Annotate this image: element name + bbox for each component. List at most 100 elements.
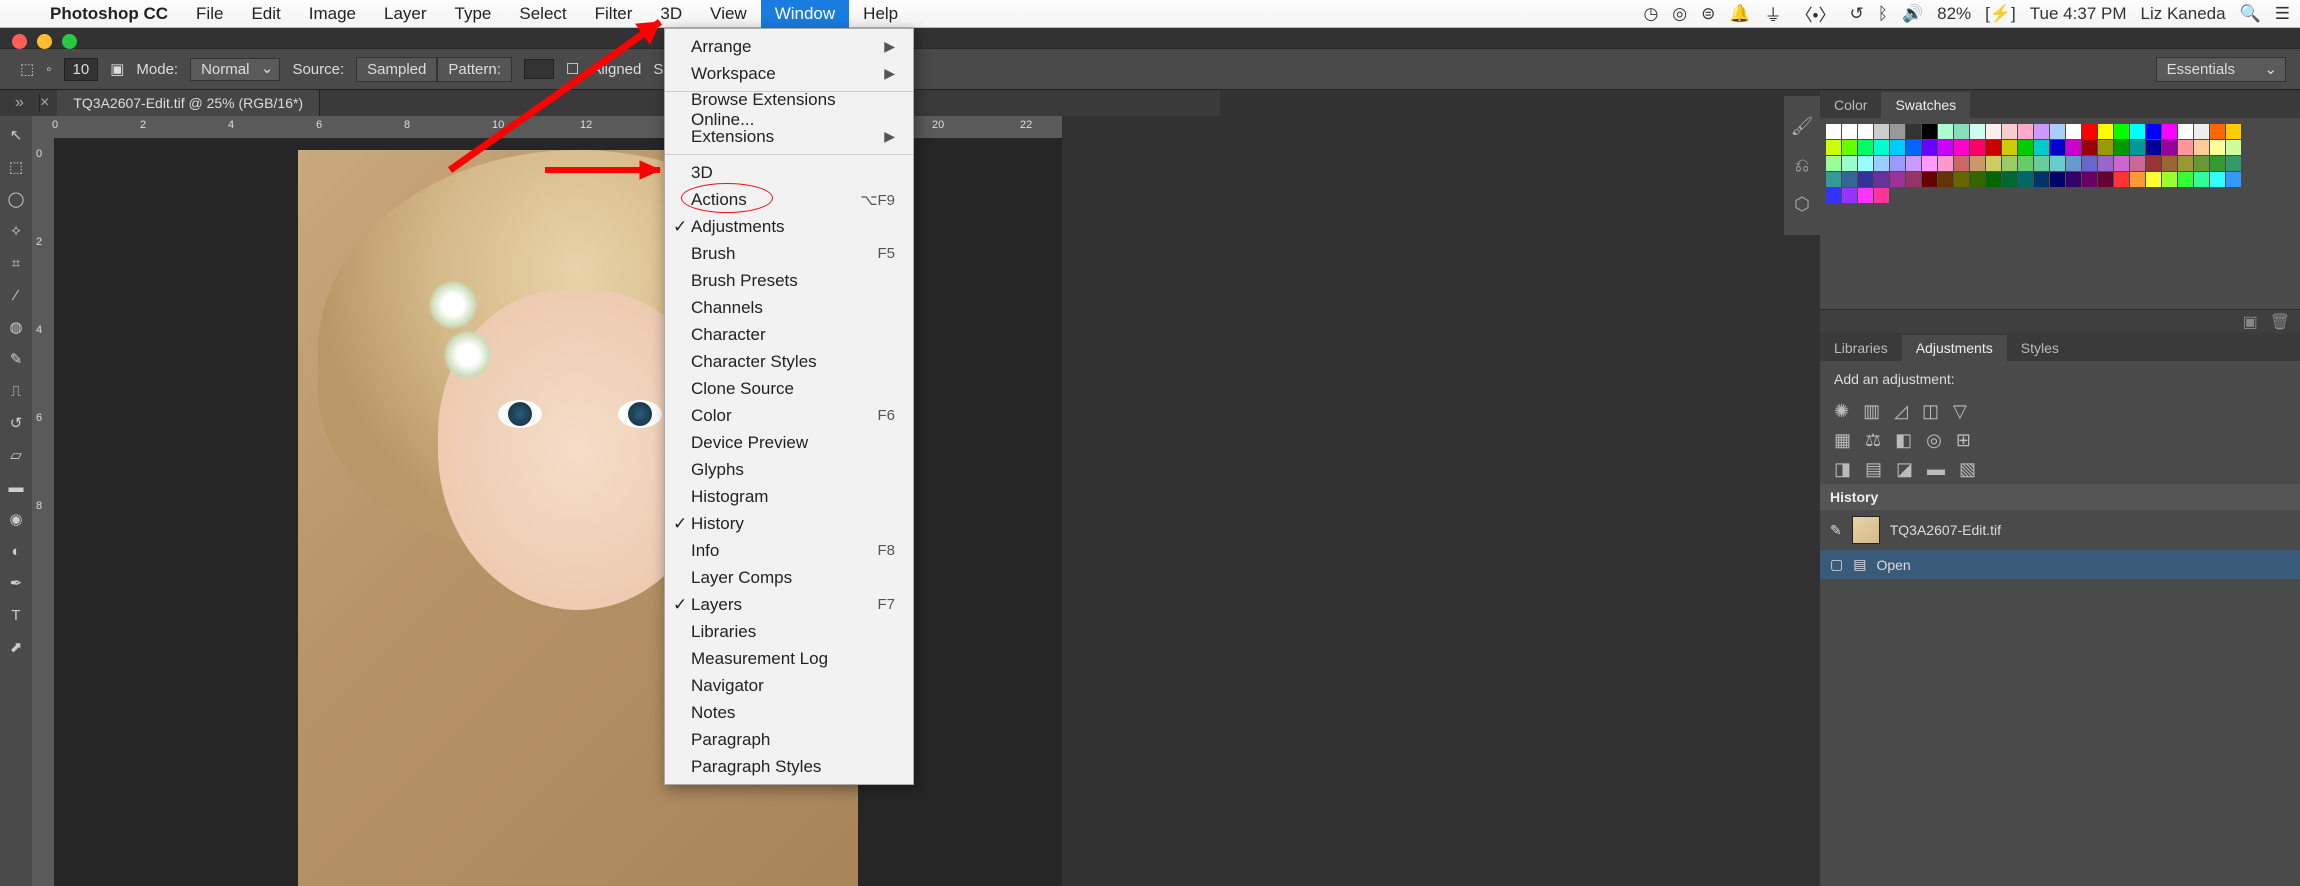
healing-brush-tool-icon[interactable]: ◍: [3, 314, 29, 340]
swatch[interactable]: [2050, 156, 2065, 171]
tab-libraries[interactable]: Libraries: [1820, 335, 1902, 361]
app-name[interactable]: Photoshop CC: [36, 4, 182, 24]
swatch[interactable]: [2146, 172, 2161, 187]
swatch[interactable]: [2018, 140, 2033, 155]
swatch[interactable]: [1970, 140, 1985, 155]
eraser-tool-icon[interactable]: ▱: [3, 442, 29, 468]
zoom-button[interactable]: [62, 34, 77, 49]
swatch[interactable]: [1890, 140, 1905, 155]
swatch[interactable]: [1922, 124, 1937, 139]
menu-actions[interactable]: Actions⌥F9: [665, 186, 913, 213]
menu-file[interactable]: File: [182, 0, 237, 28]
swatch[interactable]: [2002, 156, 2017, 171]
menu-device-preview[interactable]: Device Preview: [665, 429, 913, 456]
document-tab[interactable]: TQ3A2607-Edit.tif @ 25% (RGB/16*): [57, 90, 320, 116]
tab-adjustments[interactable]: Adjustments: [1902, 335, 2007, 361]
pen-tool-icon[interactable]: ✒: [3, 570, 29, 596]
swatch[interactable]: [1826, 124, 1841, 139]
swatch[interactable]: [2162, 124, 2177, 139]
menu-color[interactable]: ColorF6: [665, 402, 913, 429]
swatch[interactable]: [1938, 140, 1953, 155]
swatch[interactable]: [1922, 172, 1937, 187]
workspace-switcher[interactable]: Essentials: [2156, 57, 2286, 82]
swatch[interactable]: [2146, 140, 2161, 155]
menu-workspace[interactable]: Workspace▶: [665, 60, 913, 87]
path-select-tool-icon[interactable]: ⬈: [3, 634, 29, 660]
swatch[interactable]: [1906, 124, 1921, 139]
volume-icon[interactable]: 🔊: [1902, 4, 1923, 24]
menu-browse-extensions[interactable]: Browse Extensions Online...: [665, 96, 913, 123]
swatch[interactable]: [2130, 172, 2145, 187]
threshold-icon[interactable]: ◪: [1896, 459, 1913, 480]
menu-layer-comps[interactable]: Layer Comps: [665, 564, 913, 591]
menu-histogram[interactable]: Histogram: [665, 483, 913, 510]
swatch[interactable]: [1906, 140, 1921, 155]
timemachine-icon[interactable]: ↺: [1850, 4, 1864, 24]
swatch[interactable]: [2098, 156, 2113, 171]
menu-libraries[interactable]: Libraries: [665, 618, 913, 645]
mode-dropdown[interactable]: Normal: [190, 58, 280, 81]
swatch[interactable]: [1890, 124, 1905, 139]
swatch[interactable]: [1874, 188, 1889, 203]
menu-window[interactable]: Window: [761, 0, 849, 28]
photo-filter-icon[interactable]: ◎: [1926, 430, 1942, 451]
posterize-icon[interactable]: ▤: [1865, 459, 1882, 480]
color-balance-icon[interactable]: ⚖: [1865, 430, 1881, 451]
menu-extensions[interactable]: Extensions▶: [665, 123, 913, 150]
swatch[interactable]: [2114, 172, 2129, 187]
menu-layer[interactable]: Layer: [370, 0, 441, 28]
menu-3d-panel[interactable]: 3D: [665, 159, 913, 186]
swatch[interactable]: [2066, 140, 2081, 155]
swatch[interactable]: [1858, 140, 1873, 155]
marquee-tool-icon[interactable]: ⬚: [3, 154, 29, 180]
swatch[interactable]: [1842, 124, 1857, 139]
swatch[interactable]: [1986, 140, 2001, 155]
clone-stamp-tool-icon[interactable]: ⎍: [3, 378, 29, 404]
swatch[interactable]: [2146, 156, 2161, 171]
menu-brush[interactable]: BrushF5: [665, 240, 913, 267]
move-tool-icon[interactable]: ↖: [3, 122, 29, 148]
exposure-icon[interactable]: ◫: [1922, 401, 1939, 422]
gradient-tool-icon[interactable]: ▬: [3, 474, 29, 500]
swatch[interactable]: [2082, 172, 2097, 187]
swatch[interactable]: [1954, 140, 1969, 155]
swatch[interactable]: [2114, 140, 2129, 155]
swatch[interactable]: [2114, 156, 2129, 171]
tool-preset-icon[interactable]: ⬚: [20, 60, 34, 78]
code-icon[interactable]: 〈•〉: [1796, 1, 1836, 26]
swatch[interactable]: [1874, 140, 1889, 155]
bluetooth-icon[interactable]: ᛒ: [1878, 4, 1888, 24]
menu-brush-presets[interactable]: Brush Presets: [665, 267, 913, 294]
vertical-ruler[interactable]: 02468: [32, 138, 54, 886]
swatch[interactable]: [1922, 140, 1937, 155]
swatch[interactable]: [2226, 172, 2241, 187]
swatch[interactable]: [2194, 156, 2209, 171]
swatch[interactable]: [2050, 124, 2065, 139]
swatch[interactable]: [2050, 140, 2065, 155]
swatch[interactable]: [2162, 140, 2177, 155]
brightness-contrast-icon[interactable]: ✺: [1834, 401, 1849, 422]
swatch[interactable]: [2082, 140, 2097, 155]
swatch[interactable]: [2050, 172, 2065, 187]
history-brush-tool-icon[interactable]: ↺: [3, 410, 29, 436]
swatch[interactable]: [1874, 124, 1889, 139]
swatch[interactable]: [2018, 124, 2033, 139]
menu-paragraph[interactable]: Paragraph: [665, 726, 913, 753]
swatch[interactable]: [2178, 140, 2193, 155]
swatch[interactable]: [1970, 156, 1985, 171]
tab-styles[interactable]: Styles: [2007, 335, 2073, 361]
swatch[interactable]: [1826, 140, 1841, 155]
swatch[interactable]: [2162, 156, 2177, 171]
menu-view[interactable]: View: [696, 0, 761, 28]
swatch[interactable]: [2162, 172, 2177, 187]
swatch[interactable]: [2098, 124, 2113, 139]
swatch[interactable]: [2082, 156, 2097, 171]
swatch[interactable]: [1874, 156, 1889, 171]
menu-navigator[interactable]: Navigator: [665, 672, 913, 699]
menu-channels[interactable]: Channels: [665, 294, 913, 321]
clone-source-panel-icon[interactable]: ⎌: [1795, 155, 1809, 176]
swatch[interactable]: [1970, 124, 1985, 139]
swatch[interactable]: [1858, 156, 1873, 171]
menu-paragraph-styles[interactable]: Paragraph Styles: [665, 753, 913, 780]
swatches-grid[interactable]: [1820, 118, 2250, 209]
